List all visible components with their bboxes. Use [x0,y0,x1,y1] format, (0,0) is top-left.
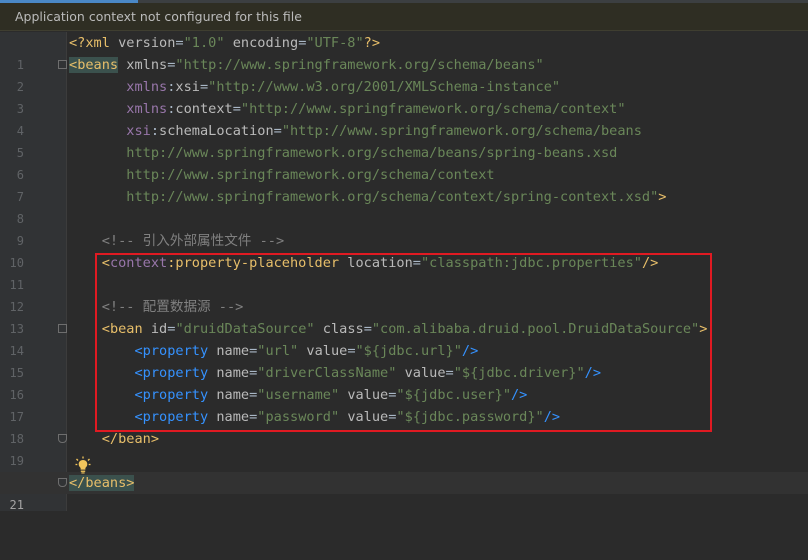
line-code: <property name="username" value="${jdbc.… [134,387,528,403]
line-code: http://www.springframework.org/schema/co… [126,189,667,205]
code-line[interactable]: 15 <property name="url" value="${jdbc.ur… [0,340,808,380]
line-code: http://www.springframework.org/schema/be… [126,145,618,161]
line-code: <bean id="druidDataSource" class="com.al… [101,321,708,337]
code-line[interactable]: 19 </bean> [0,428,808,468]
line-code: xmlns:context="http://www.springframewor… [126,101,626,117]
line-number: 21 [9,498,24,512]
notification-banner[interactable]: Application context not configured for t… [0,3,808,31]
code-line[interactable]: 8 http://www.springframework.org/schema/… [0,186,808,226]
code-line[interactable]: 7 http://www.springframework.org/schema/… [0,164,808,204]
line-code: <property name="driverClassName" value="… [134,365,602,381]
code-line[interactable]: 4 xmlns:context="http://www.springframew… [0,98,808,138]
fold-marker-icon[interactable] [58,324,67,333]
code-line[interactable]: 16 <property name="driverClassName" valu… [0,362,808,402]
code-line[interactable]: 18 <property name="password" value="${jd… [0,406,808,446]
lightbulb-icon[interactable] [75,456,91,474]
fold-marker-icon[interactable] [58,478,67,487]
line-code: http://www.springframework.org/schema/co… [126,167,495,183]
code-line[interactable]: 13 <!-- 配置数据源 --> [0,296,808,336]
line-code: <context:property-placeholder location="… [101,255,659,271]
line-code: <beans xmlns="http://www.springframework… [69,57,544,73]
code-line[interactable]: 5 xsi:schemaLocation="http://www.springf… [0,120,808,160]
code-line[interactable]: 1 <?xml version="1.0" encoding="UTF-8"?> [0,32,808,72]
code-line[interactable]: 12 [0,274,808,314]
code-line[interactable]: 17 <property name="username" value="${jd… [0,384,808,424]
line-code: <!-- 配置数据源 --> [69,299,244,315]
code-line[interactable]: 2 <beans xmlns="http://www.springframewo… [0,54,808,94]
fold-marker-icon[interactable] [58,60,67,69]
code-line[interactable]: 9 [0,208,808,248]
code-editor[interactable]: 1 <?xml version="1.0" encoding="UTF-8"?>… [0,32,808,512]
line-code: </beans> [69,475,135,491]
code-line-current[interactable]: 21 </beans> [0,472,808,512]
code-line[interactable]: 6 http://www.springframework.org/schema/… [0,142,808,182]
code-line[interactable]: 14 <bean id="druidDataSource" class="com… [0,318,808,358]
line-code: <?xml version="1.0" encoding="UTF-8"?> [69,35,381,51]
line-code: xsi:schemaLocation="http://www.springfra… [126,123,642,139]
code-line[interactable]: 11 <context:property-placeholder locatio… [0,252,808,292]
fold-marker-icon[interactable] [58,434,67,443]
line-code: xmlns:xsi="http://www.w3.org/2001/XMLSch… [126,79,561,95]
code-line[interactable]: 3 xmlns:xsi="http://www.w3.org/2001/XMLS… [0,76,808,116]
code-line[interactable]: 20 [0,450,808,490]
line-code: <property name="url" value="${jdbc.url}"… [134,343,479,359]
line-code: <!-- 引入外部属性文件 --> [69,233,285,249]
line-code: </bean> [101,431,160,447]
line-code: <property name="password" value="${jdbc.… [134,409,561,425]
code-line[interactable]: 10 <!-- 引入外部属性文件 --> [0,230,808,270]
